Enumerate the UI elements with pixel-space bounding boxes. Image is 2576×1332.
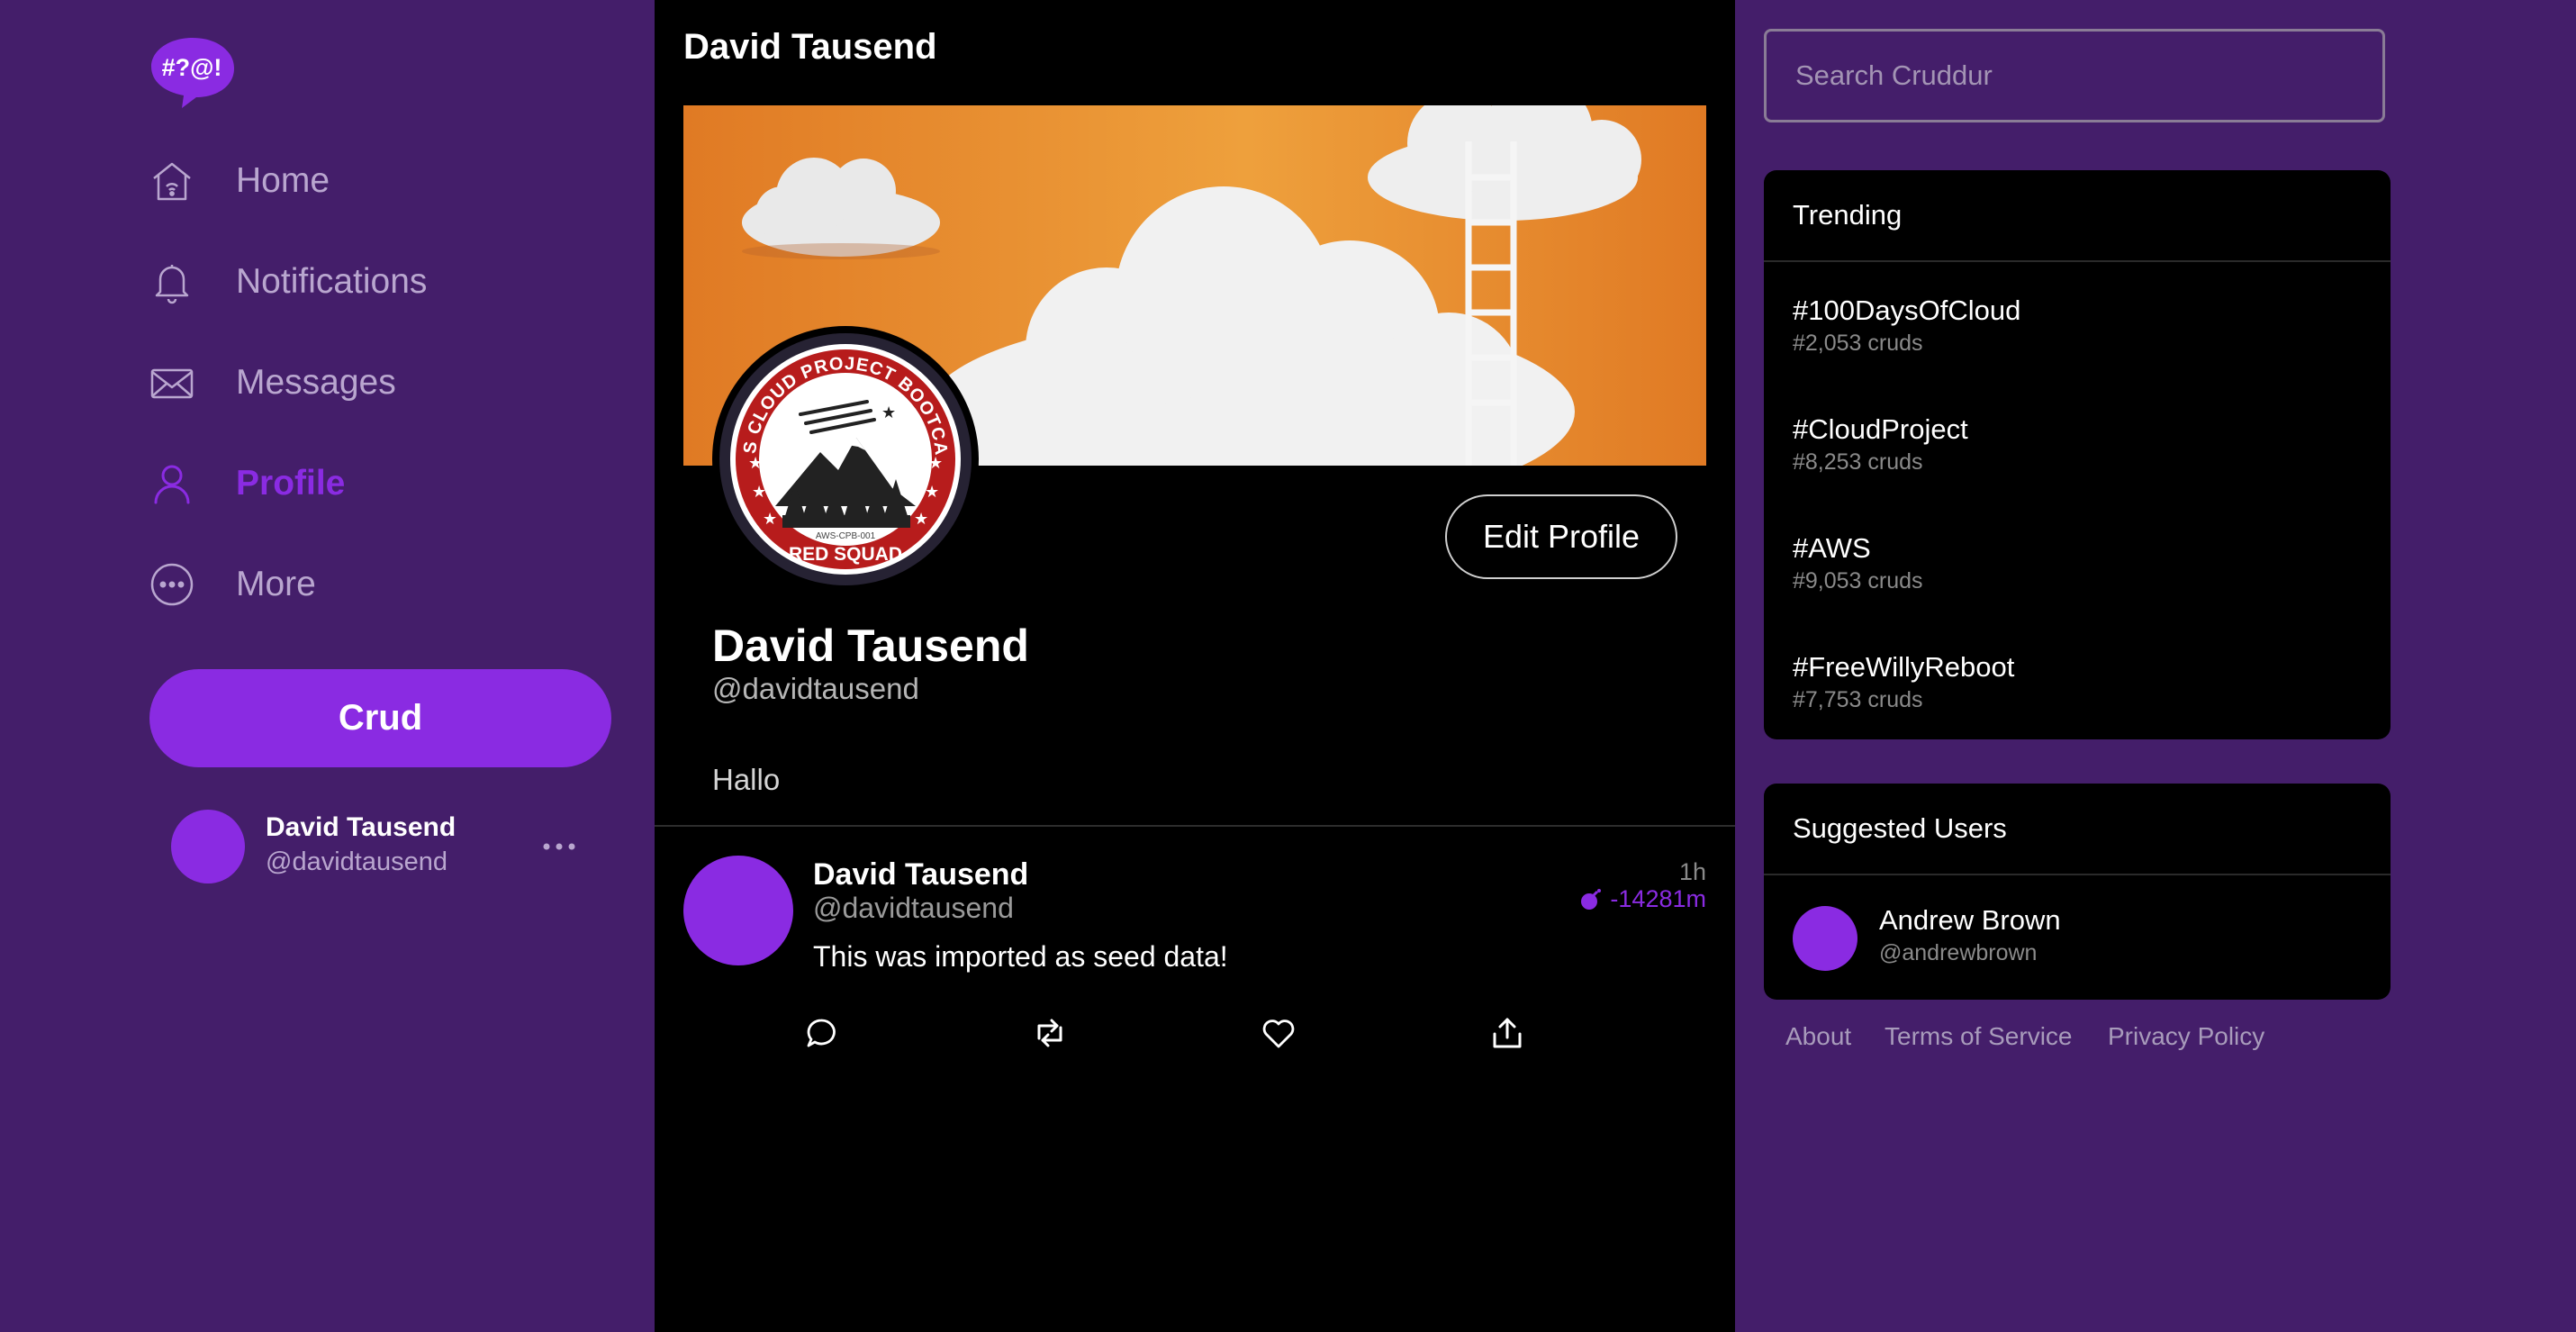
svg-text:★: ★ <box>925 483 939 502</box>
trending-tag[interactable]: #CloudProject <box>1793 413 1968 446</box>
nav-label-more: More <box>236 565 316 603</box>
home-icon <box>149 159 194 204</box>
trending-item[interactable]: #100DaysOfCloud #2,053 cruds <box>1793 294 2020 357</box>
share-button[interactable] <box>1487 1012 1528 1054</box>
suggested-user-handle: @andrewbrown <box>1879 940 2038 965</box>
nav-item-home[interactable]: Home <box>149 145 618 217</box>
badge-code: AWS-CPB-001 <box>816 531 876 541</box>
nav-label-profile: Profile <box>236 464 346 503</box>
trending-tag[interactable]: #FreeWillyReboot <box>1793 651 2014 684</box>
more-circle-icon <box>149 562 194 607</box>
cruddur-logo[interactable]: #?@! <box>149 34 236 110</box>
right-sidebar: Trending #100DaysOfCloud #2,053 cruds #C… <box>1735 0 2576 1332</box>
footer-link-terms[interactable]: Terms of Service <box>1885 1022 2073 1051</box>
profile-name: David Tausend <box>712 621 1029 671</box>
activity-author-handle[interactable]: @davidtausend <box>813 892 1014 925</box>
repost-icon <box>1037 1019 1062 1047</box>
account-name: David Tausend <box>266 812 456 842</box>
page-title: David Tausend <box>683 27 937 67</box>
activity-author-name[interactable]: David Tausend <box>813 857 1028 893</box>
bell-icon <box>149 259 194 304</box>
crud-button[interactable]: Crud <box>149 669 611 767</box>
like-button[interactable] <box>1258 1012 1299 1054</box>
nav-item-profile[interactable]: Profile <box>149 448 618 520</box>
nav-item-notifications[interactable]: Notifications <box>149 246 618 318</box>
account-menu-button[interactable] <box>538 829 580 865</box>
bomb-icon <box>1581 888 1602 910</box>
divider <box>655 825 1735 827</box>
trending-panel: Trending #100DaysOfCloud #2,053 cruds #C… <box>1764 170 2391 739</box>
trending-count: #2,053 cruds <box>1793 331 1923 356</box>
nav-label-notifications: Notifications <box>236 262 428 301</box>
activity-expires-text: -14281m <box>1610 885 1706 912</box>
nav-label-home: Home <box>236 161 330 200</box>
trending-title: Trending <box>1764 170 2391 262</box>
envelope-icon <box>149 360 194 405</box>
search-input[interactable] <box>1764 29 2385 122</box>
svg-text:★: ★ <box>763 510 777 529</box>
nav-label-messages: Messages <box>236 363 396 402</box>
repost-button[interactable] <box>1029 1012 1071 1054</box>
activity-message: This was imported as seed data! <box>813 940 1228 973</box>
activity-avatar[interactable] <box>683 856 793 965</box>
trending-count: #9,053 cruds <box>1793 568 1923 594</box>
trending-item[interactable]: #AWS #9,053 cruds <box>1793 532 1923 594</box>
nav-item-more[interactable]: More <box>149 548 618 621</box>
trending-item[interactable]: #FreeWillyReboot #7,753 cruds <box>1793 651 2014 713</box>
svg-text:★: ★ <box>928 454 943 473</box>
svg-text:★: ★ <box>881 403 896 422</box>
account-handle: @davidtausend <box>266 847 447 876</box>
profile-avatar-badge[interactable]: AWS CLOUD PROJECT BOOTCAMP RED SQUAD ★★★… <box>703 311 979 593</box>
svg-text:★: ★ <box>914 510 928 529</box>
trending-count: #7,753 cruds <box>1793 687 1923 712</box>
trending-item[interactable]: #CloudProject #8,253 cruds <box>1793 413 1968 476</box>
profile-bio: Hallo <box>712 763 781 796</box>
share-icon <box>1493 1018 1522 1048</box>
footer-link-about[interactable]: About <box>1785 1022 1851 1051</box>
profile-handle: @davidtausend <box>712 672 919 705</box>
trending-count: #8,253 cruds <box>1793 449 1923 475</box>
badge-bottom-label: RED SQUAD <box>789 544 902 565</box>
svg-text:★: ★ <box>752 483 766 502</box>
suggested-user-name[interactable]: Andrew Brown <box>1879 904 2061 937</box>
profile-feed: David Tausend S CLOUD PROJECT BOOTCA RED… <box>655 0 1735 1332</box>
trending-tag[interactable]: #100DaysOfCloud <box>1793 294 2020 327</box>
suggested-users-title: Suggested Users <box>1764 784 2391 875</box>
person-icon <box>149 461 194 506</box>
account-avatar[interactable] <box>171 810 245 883</box>
ellipsis-icon <box>543 843 575 850</box>
trending-tag[interactable]: #AWS <box>1793 532 1923 565</box>
svg-text:★: ★ <box>748 454 763 473</box>
footer-link-privacy[interactable]: Privacy Policy <box>2108 1022 2264 1051</box>
reply-icon <box>807 1019 836 1047</box>
left-navigation: #?@! Home Notifications Messages Profile… <box>0 0 655 1332</box>
logo-text: #?@! <box>162 54 222 81</box>
reply-button[interactable] <box>800 1012 842 1054</box>
edit-profile-button[interactable]: Edit Profile <box>1445 494 1677 579</box>
suggested-user-avatar[interactable] <box>1793 906 1857 971</box>
nav-item-messages[interactable]: Messages <box>149 347 618 419</box>
activity-expires: -14281m <box>1579 885 1706 913</box>
activity-time: 1h <box>1678 858 1706 885</box>
heart-icon <box>1262 1019 1295 1048</box>
suggested-users-panel: Suggested Users Andrew Brown @andrewbrow… <box>1764 784 2391 1000</box>
